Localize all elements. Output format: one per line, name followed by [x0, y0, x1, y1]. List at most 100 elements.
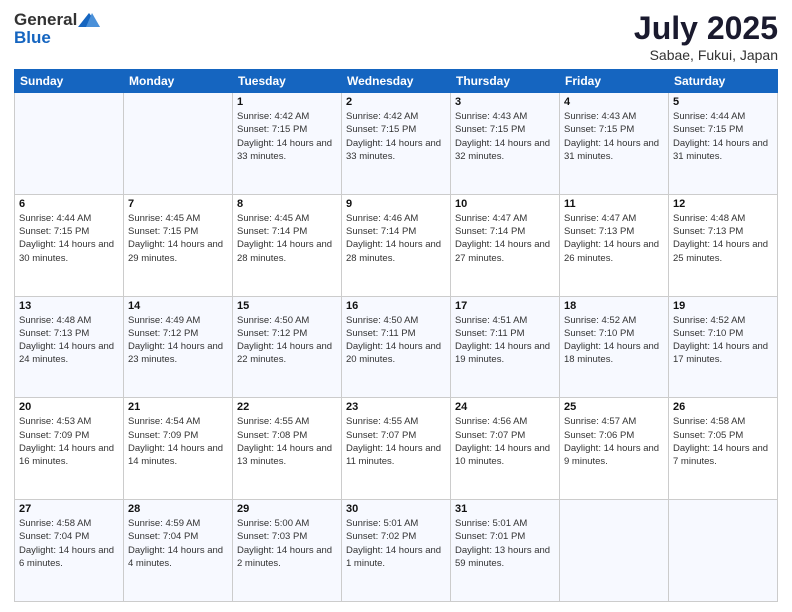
header-sunday: Sunday — [15, 70, 124, 93]
day-info: Sunrise: 4:54 AMSunset: 7:09 PMDaylight:… — [128, 415, 228, 468]
day-cell: 10 Sunrise: 4:47 AMSunset: 7:14 PMDayligh… — [451, 194, 560, 296]
day-cell: 11Sunrise: 4:47 AMSunset: 7:13 PMDayligh… — [560, 194, 669, 296]
day-number: 14 — [128, 300, 228, 312]
header-friday: Friday — [560, 70, 669, 93]
day-cell: 17Sunrise: 4:51 AMSunset: 7:11 PMDayligh… — [451, 296, 560, 398]
day-number: 31 — [455, 503, 555, 515]
day-number: 22 — [237, 401, 337, 413]
day-info: Sunrise: 4:49 AMSunset: 7:12 PMDaylight:… — [128, 314, 228, 367]
logo-general: General — [14, 10, 77, 30]
day-cell: 18Sunrise: 4:52 AMSunset: 7:10 PMDayligh… — [560, 296, 669, 398]
day-info: Sunrise: 4:44 AMSunset: 7:15 PMDaylight:… — [673, 110, 773, 163]
title-block: July 2025 Sabae, Fukui, Japan — [634, 10, 778, 63]
day-number: 8 — [237, 198, 337, 210]
week-row-3: 13Sunrise: 4:48 AMSunset: 7:13 PMDayligh… — [15, 296, 778, 398]
day-number: 26 — [673, 401, 773, 413]
day-cell: 23 Sunrise: 4:55 AMSunset: 7:07 PMDayligh… — [342, 398, 451, 500]
day-info: Sunrise: 4:53 AMSunset: 7:09 PMDaylight:… — [19, 415, 119, 468]
day-number: 27 — [19, 503, 119, 515]
day-number: 25 — [564, 401, 664, 413]
day-info: Sunrise: 5:00 AMSunset: 7:03 PMDaylight:… — [237, 517, 337, 570]
day-number: 7 — [128, 198, 228, 210]
logo: General Blue — [14, 10, 101, 48]
day-cell: 9Sunrise: 4:46 AMSunset: 7:14 PMDaylight… — [342, 194, 451, 296]
day-number: 29 — [237, 503, 337, 515]
calendar: Sunday Monday Tuesday Wednesday Thursday… — [14, 69, 778, 602]
week-row-2: 6 Sunrise: 4:44 AMSunset: 7:15 PMDaylight… — [15, 194, 778, 296]
day-info: Sunrise: 4:56 AMSunset: 7:07 PMDaylight:… — [455, 415, 555, 468]
day-cell: 5 Sunrise: 4:44 AMSunset: 7:15 PMDaylight… — [669, 93, 778, 195]
day-number: 10 — [455, 198, 555, 210]
day-info: Sunrise: 4:45 AMSunset: 7:14 PMDaylight:… — [237, 212, 337, 265]
day-number: 15 — [237, 300, 337, 312]
day-info: Sunrise: 4:55 AMSunset: 7:07 PMDaylight:… — [346, 415, 446, 468]
day-info: Sunrise: 4:47 AMSunset: 7:14 PMDaylight:… — [455, 212, 555, 265]
day-cell — [15, 93, 124, 195]
day-cell: 25 Sunrise: 4:57 AMSunset: 7:06 PMDayligh… — [560, 398, 669, 500]
day-number: 12 — [673, 198, 773, 210]
day-info: Sunrise: 4:52 AMSunset: 7:10 PMDaylight:… — [673, 314, 773, 367]
logo-blue: Blue — [14, 28, 101, 48]
day-number: 24 — [455, 401, 555, 413]
day-info: Sunrise: 4:43 AMSunset: 7:15 PMDaylight:… — [564, 110, 664, 163]
day-cell: 29 Sunrise: 5:00 AMSunset: 7:03 PMDayligh… — [233, 500, 342, 602]
day-cell: 7 Sunrise: 4:45 AMSunset: 7:15 PMDaylight… — [124, 194, 233, 296]
day-cell: 21Sunrise: 4:54 AMSunset: 7:09 PMDayligh… — [124, 398, 233, 500]
day-number: 20 — [19, 401, 119, 413]
day-info: Sunrise: 4:48 AMSunset: 7:13 PMDaylight:… — [673, 212, 773, 265]
day-cell: 15 Sunrise: 4:50 AMSunset: 7:12 PMDayligh… — [233, 296, 342, 398]
day-info: Sunrise: 4:55 AMSunset: 7:08 PMDaylight:… — [237, 415, 337, 468]
day-number: 16 — [346, 300, 446, 312]
logo-icon — [78, 11, 100, 29]
day-number: 6 — [19, 198, 119, 210]
location-title: Sabae, Fukui, Japan — [634, 47, 778, 63]
header-thursday: Thursday — [451, 70, 560, 93]
day-info: Sunrise: 4:42 AMSunset: 7:15 PMDaylight:… — [237, 110, 337, 163]
day-number: 2 — [346, 96, 446, 108]
day-number: 5 — [673, 96, 773, 108]
day-cell: 1Sunrise: 4:42 AMSunset: 7:15 PMDaylight… — [233, 93, 342, 195]
day-cell: 2Sunrise: 4:42 AMSunset: 7:15 PMDaylight… — [342, 93, 451, 195]
week-row-1: 1Sunrise: 4:42 AMSunset: 7:15 PMDaylight… — [15, 93, 778, 195]
day-info: Sunrise: 4:58 AMSunset: 7:04 PMDaylight:… — [19, 517, 119, 570]
day-cell: 4Sunrise: 4:43 AMSunset: 7:15 PMDaylight… — [560, 93, 669, 195]
day-info: Sunrise: 4:46 AMSunset: 7:14 PMDaylight:… — [346, 212, 446, 265]
day-info: Sunrise: 4:50 AMSunset: 7:12 PMDaylight:… — [237, 314, 337, 367]
day-cell — [124, 93, 233, 195]
day-info: Sunrise: 4:47 AMSunset: 7:13 PMDaylight:… — [564, 212, 664, 265]
week-row-5: 27 Sunrise: 4:58 AMSunset: 7:04 PMDayligh… — [15, 500, 778, 602]
week-row-4: 20 Sunrise: 4:53 AMSunset: 7:09 PMDayligh… — [15, 398, 778, 500]
day-info: Sunrise: 5:01 AMSunset: 7:01 PMDaylight:… — [455, 517, 555, 570]
day-cell: 26 Sunrise: 4:58 AMSunset: 7:05 PMDayligh… — [669, 398, 778, 500]
day-cell: 6 Sunrise: 4:44 AMSunset: 7:15 PMDaylight… — [15, 194, 124, 296]
day-cell: 27 Sunrise: 4:58 AMSunset: 7:04 PMDayligh… — [15, 500, 124, 602]
day-info: Sunrise: 4:44 AMSunset: 7:15 PMDaylight:… — [19, 212, 119, 265]
day-info: Sunrise: 4:57 AMSunset: 7:06 PMDaylight:… — [564, 415, 664, 468]
day-info: Sunrise: 4:58 AMSunset: 7:05 PMDaylight:… — [673, 415, 773, 468]
day-cell: 20 Sunrise: 4:53 AMSunset: 7:09 PMDayligh… — [15, 398, 124, 500]
header: General Blue July 2025 Sabae, Fukui, Jap… — [14, 10, 778, 63]
day-cell: 24 Sunrise: 4:56 AMSunset: 7:07 PMDayligh… — [451, 398, 560, 500]
header-tuesday: Tuesday — [233, 70, 342, 93]
day-cell: 14 Sunrise: 4:49 AMSunset: 7:12 PMDayligh… — [124, 296, 233, 398]
day-cell: 8 Sunrise: 4:45 AMSunset: 7:14 PMDaylight… — [233, 194, 342, 296]
day-number: 23 — [346, 401, 446, 413]
day-number: 19 — [673, 300, 773, 312]
day-cell: 13Sunrise: 4:48 AMSunset: 7:13 PMDayligh… — [15, 296, 124, 398]
day-cell — [669, 500, 778, 602]
header-saturday: Saturday — [669, 70, 778, 93]
day-info: Sunrise: 4:43 AMSunset: 7:15 PMDaylight:… — [455, 110, 555, 163]
day-cell: 12 Sunrise: 4:48 AMSunset: 7:13 PMDayligh… — [669, 194, 778, 296]
day-number: 30 — [346, 503, 446, 515]
day-number: 18 — [564, 300, 664, 312]
day-cell: 22 Sunrise: 4:55 AMSunset: 7:08 PMDayligh… — [233, 398, 342, 500]
month-title: July 2025 — [634, 10, 778, 47]
day-cell: 19 Sunrise: 4:52 AMSunset: 7:10 PMDayligh… — [669, 296, 778, 398]
day-info: Sunrise: 4:50 AMSunset: 7:11 PMDaylight:… — [346, 314, 446, 367]
header-monday: Monday — [124, 70, 233, 93]
day-info: Sunrise: 4:45 AMSunset: 7:15 PMDaylight:… — [128, 212, 228, 265]
day-cell: 30Sunrise: 5:01 AMSunset: 7:02 PMDayligh… — [342, 500, 451, 602]
day-info: Sunrise: 4:59 AMSunset: 7:04 PMDaylight:… — [128, 517, 228, 570]
day-info: Sunrise: 4:51 AMSunset: 7:11 PMDaylight:… — [455, 314, 555, 367]
day-number: 3 — [455, 96, 555, 108]
